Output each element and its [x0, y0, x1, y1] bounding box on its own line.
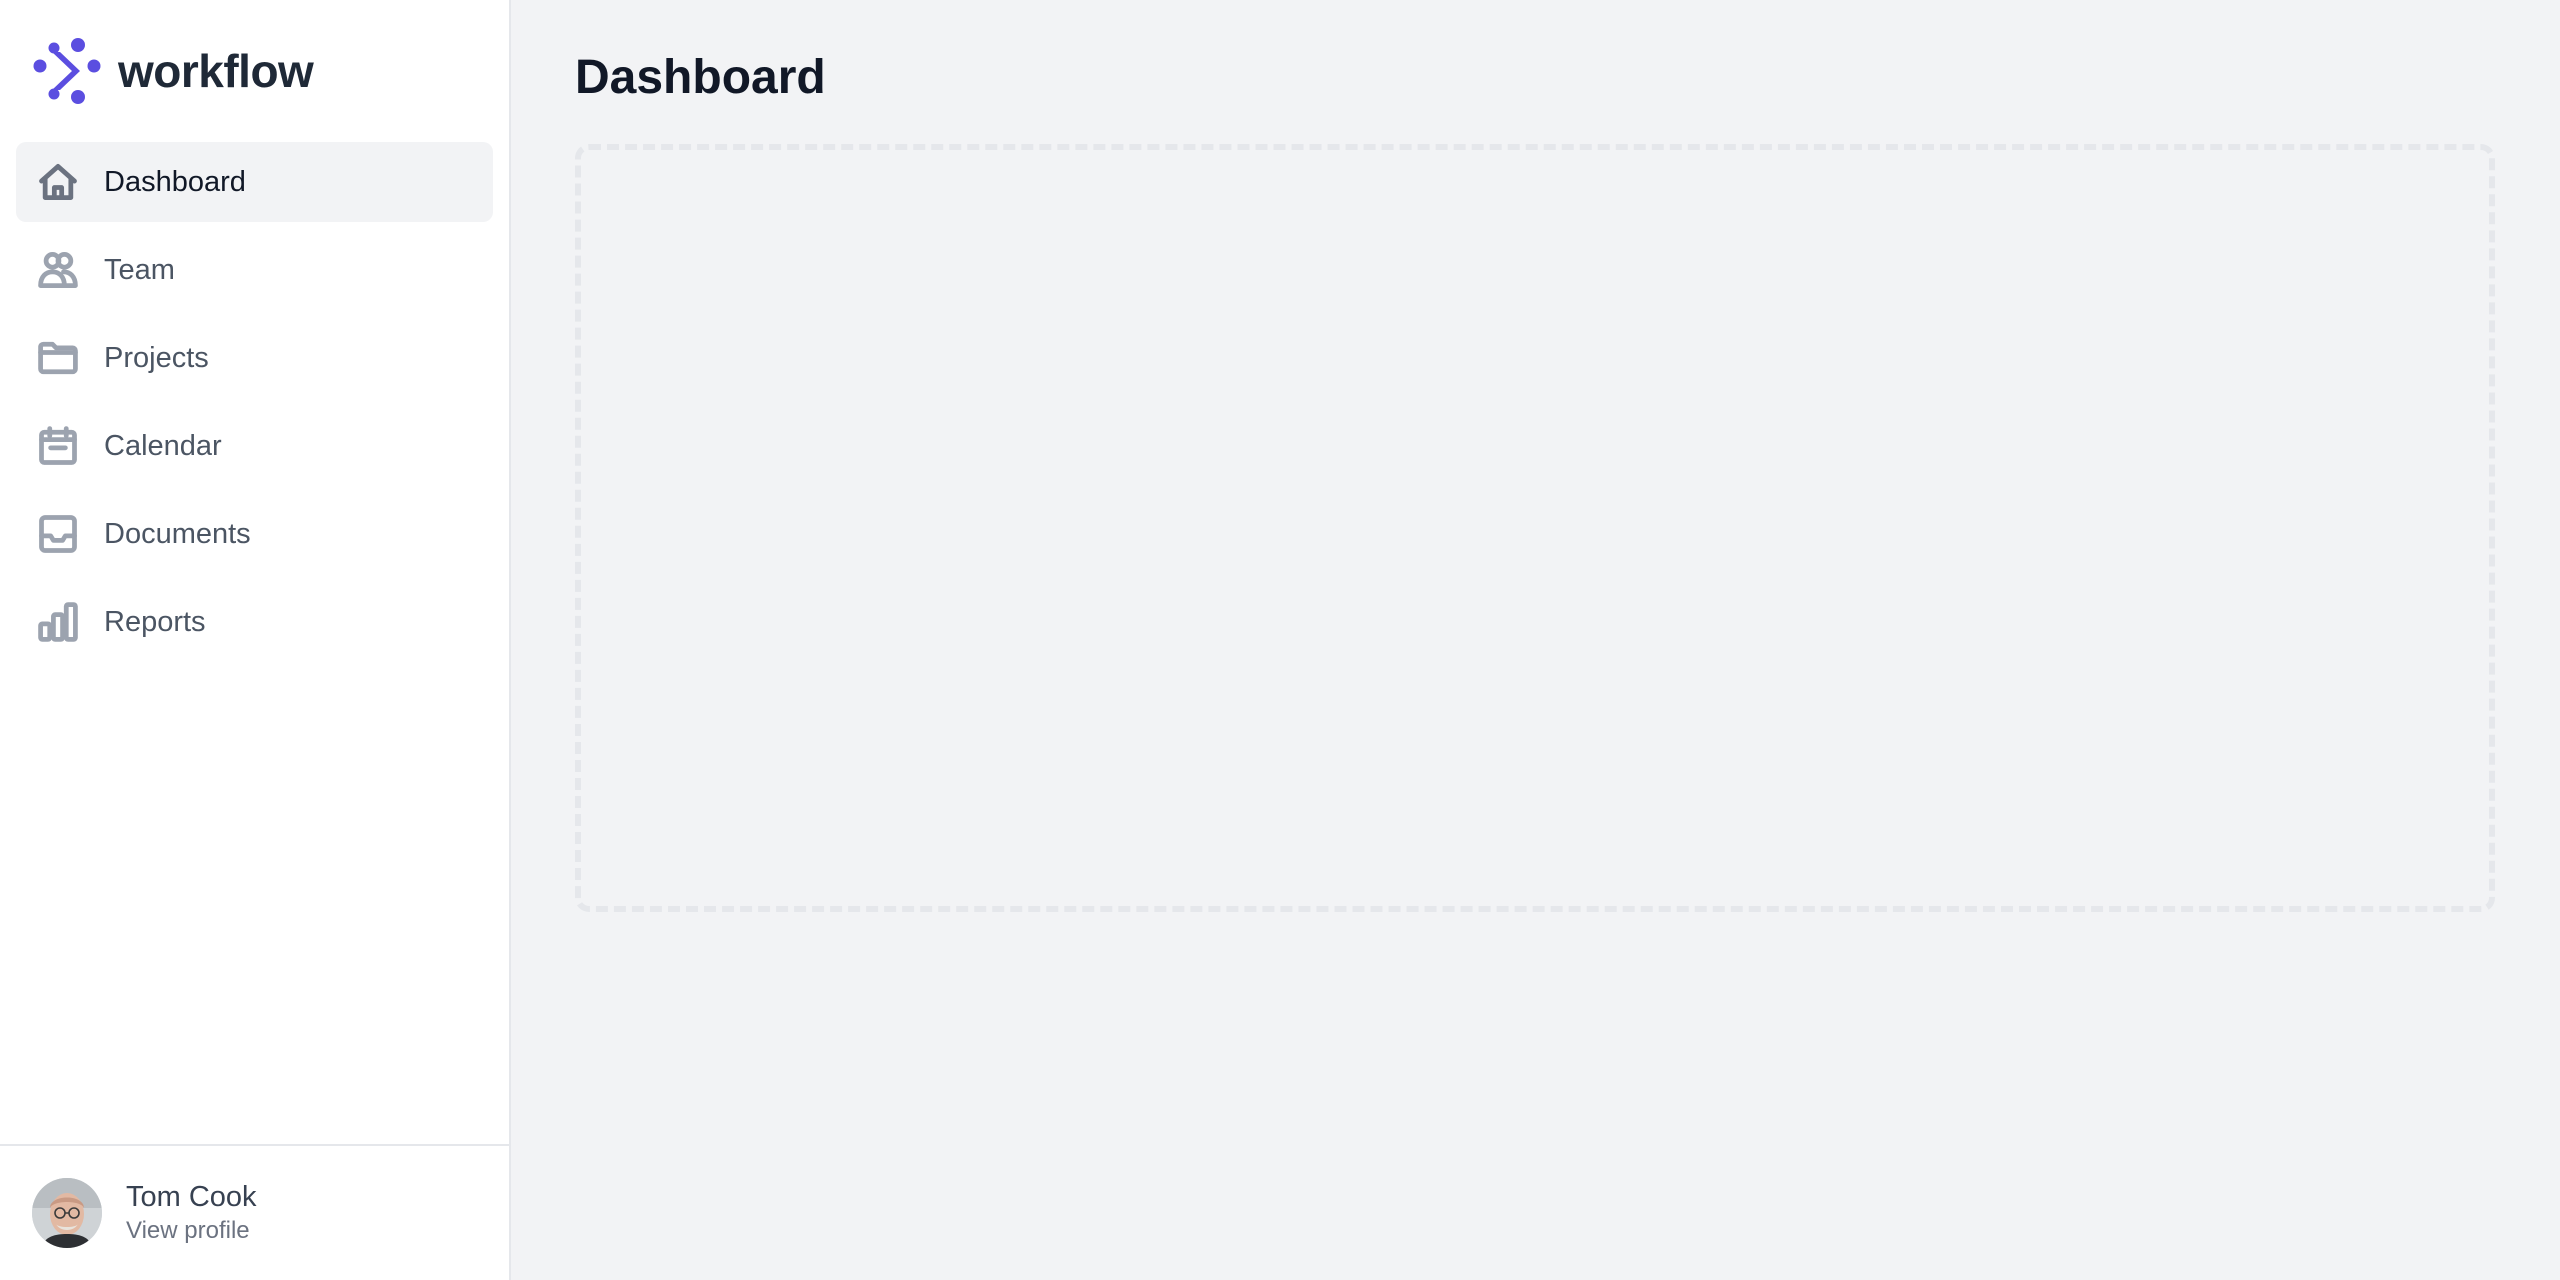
chart-bar-icon	[34, 598, 82, 646]
view-profile-link[interactable]: View profile	[126, 1215, 257, 1247]
profile-card[interactable]: Tom Cook View profile	[0, 1144, 509, 1280]
inbox-icon	[34, 510, 82, 558]
calendar-icon	[34, 422, 82, 470]
sidebar-item-label: Dashboard	[104, 165, 246, 198]
sidebar-item-team[interactable]: Team	[16, 230, 493, 310]
sidebar-item-label: Projects	[104, 341, 209, 374]
sidebar-item-projects[interactable]: Projects	[16, 318, 493, 398]
users-icon	[34, 246, 82, 294]
sidebar-item-label: Documents	[104, 517, 251, 550]
home-icon	[34, 158, 82, 206]
sidebar-item-label: Team	[104, 253, 175, 286]
avatar	[32, 1178, 102, 1248]
folder-icon	[34, 334, 82, 382]
profile-name: Tom Cook	[126, 1181, 257, 1213]
main-content: Dashboard	[511, 0, 2560, 1280]
workflow-logo-icon	[33, 38, 101, 104]
sidebar-item-dashboard[interactable]: Dashboard	[16, 142, 493, 222]
profile-text: Tom Cook View profile	[126, 1179, 257, 1247]
sidebar-item-label: Reports	[104, 605, 206, 638]
sidebar-item-calendar[interactable]: Calendar	[16, 406, 493, 486]
content-placeholder	[575, 144, 2495, 912]
sidebar-item-documents[interactable]: Documents	[16, 494, 493, 574]
brand[interactable]: workflow	[0, 0, 509, 142]
sidebar: workflow Dashboard Team Projects Calenda…	[0, 0, 511, 1280]
sidebar-item-reports[interactable]: Reports	[16, 582, 493, 662]
page-title: Dashboard	[575, 51, 826, 104]
brand-name: workflow	[118, 45, 314, 97]
app-shell: workflow Dashboard Team Projects Calenda…	[0, 0, 2560, 1280]
sidebar-nav: Dashboard Team Projects Calendar Documen…	[0, 142, 509, 1144]
sidebar-item-label: Calendar	[104, 429, 222, 462]
